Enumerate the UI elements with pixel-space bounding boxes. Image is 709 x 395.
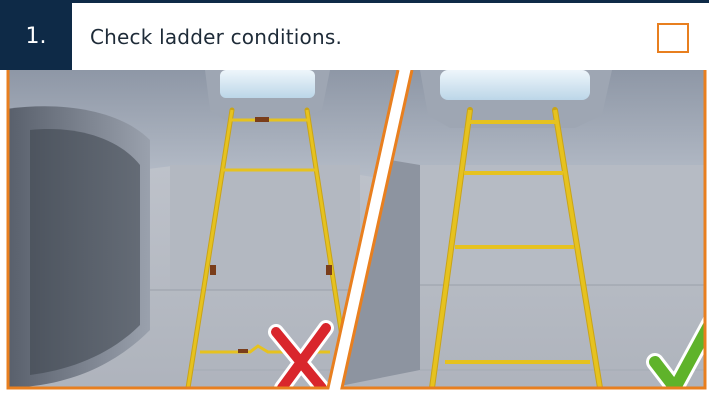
step-checkbox[interactable] [657, 23, 689, 53]
checklist-step: 1. Check ladder conditions. [0, 0, 709, 395]
step-instruction: Check ladder conditions. [90, 24, 343, 49]
ladder-illustration [6, 70, 707, 390]
step-header: 1. Check ladder conditions. [0, 0, 709, 70]
step-number: 1. [0, 3, 72, 70]
